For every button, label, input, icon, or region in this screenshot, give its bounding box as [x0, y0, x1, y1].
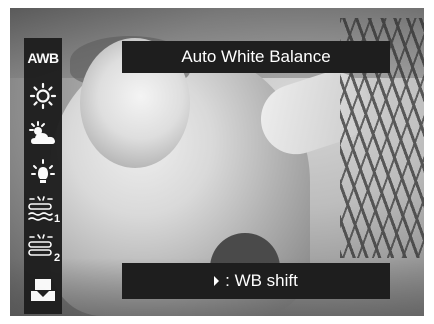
- wb-shift-hint: : WB shift: [122, 263, 390, 299]
- hint-text: : WB shift: [225, 271, 298, 290]
- wb-option-fluorescent-2[interactable]: 2: [24, 230, 62, 266]
- mode-title-banner: Auto White Balance: [122, 41, 390, 73]
- wb-option-cloudy[interactable]: [24, 116, 62, 152]
- camera-screen: AWB 1 2 Auto White Balance: WB shift: [10, 8, 424, 316]
- wb-mode-menu: AWB 1 2: [24, 38, 62, 314]
- fluorescent-icon: 2: [28, 234, 60, 263]
- wb-option-custom[interactable]: [24, 272, 62, 308]
- fluorescent-icon: 1: [28, 196, 60, 225]
- wb-option-daylight[interactable]: [24, 78, 62, 114]
- cloudy-icon: [29, 121, 55, 144]
- wb-option-tungsten[interactable]: [24, 154, 62, 190]
- right-arrow-icon: [214, 276, 220, 286]
- page-title: Auto White Balance: [181, 47, 331, 66]
- tungsten-bulb-icon: [31, 159, 55, 183]
- fluorescent-1-number: 1: [54, 213, 60, 225]
- wb-option-awb[interactable]: AWB: [24, 40, 62, 76]
- sun-icon: [29, 82, 57, 110]
- custom-wb-icon: [31, 279, 55, 301]
- fluorescent-2-number: 2: [54, 252, 60, 263]
- wb-option-fluorescent-1[interactable]: 1: [24, 192, 62, 228]
- awb-label: AWB: [27, 50, 59, 66]
